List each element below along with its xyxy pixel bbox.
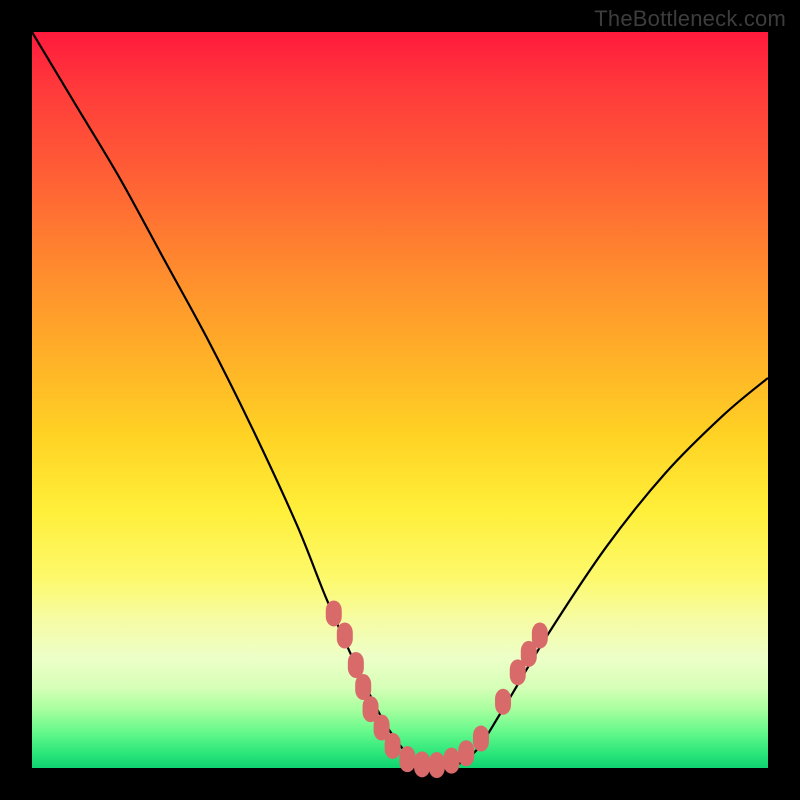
marker-point <box>429 752 445 778</box>
marker-point <box>326 600 342 626</box>
marker-point <box>473 726 489 752</box>
curve-svg <box>32 32 768 768</box>
bottleneck-curve <box>32 32 768 768</box>
marker-point <box>355 674 371 700</box>
chart-frame: TheBottleneck.com <box>0 0 800 800</box>
marker-point <box>495 689 511 715</box>
marker-point <box>532 623 548 649</box>
marker-point <box>458 740 474 766</box>
marker-point <box>348 652 364 678</box>
marker-point <box>399 746 415 772</box>
marker-point <box>385 733 401 759</box>
marker-point <box>444 748 460 774</box>
marker-point <box>337 623 353 649</box>
marker-point <box>414 751 430 777</box>
plot-area <box>32 32 768 768</box>
watermark-text: TheBottleneck.com <box>594 6 786 32</box>
